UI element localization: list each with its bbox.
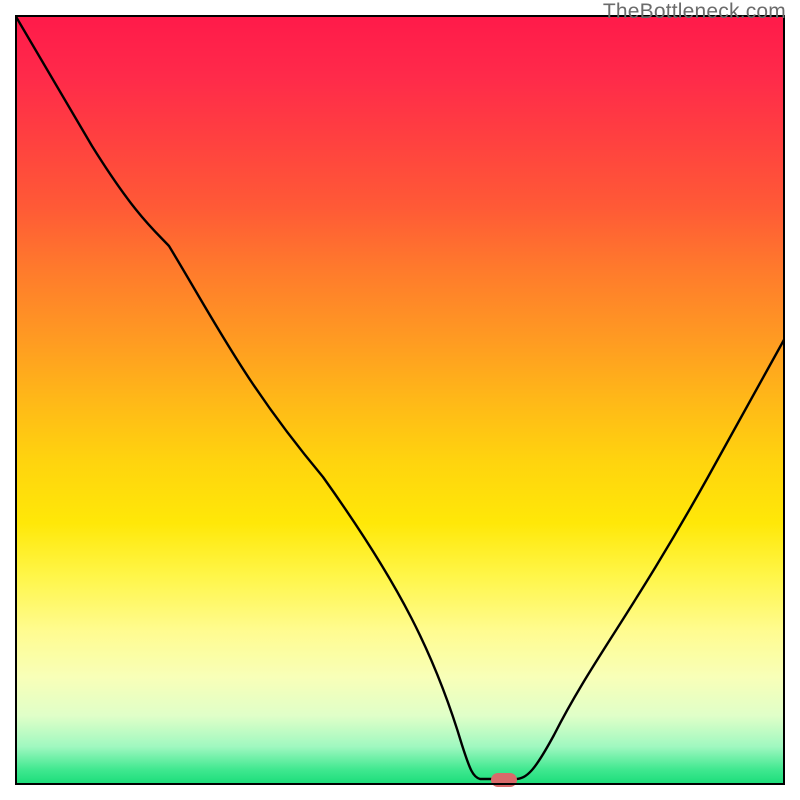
bottleneck-chart: TheBottleneck.com — [0, 0, 800, 800]
watermark-text: TheBottleneck.com — [603, 0, 786, 24]
chart-gradient-background — [15, 15, 785, 785]
minimum-marker — [491, 773, 517, 787]
